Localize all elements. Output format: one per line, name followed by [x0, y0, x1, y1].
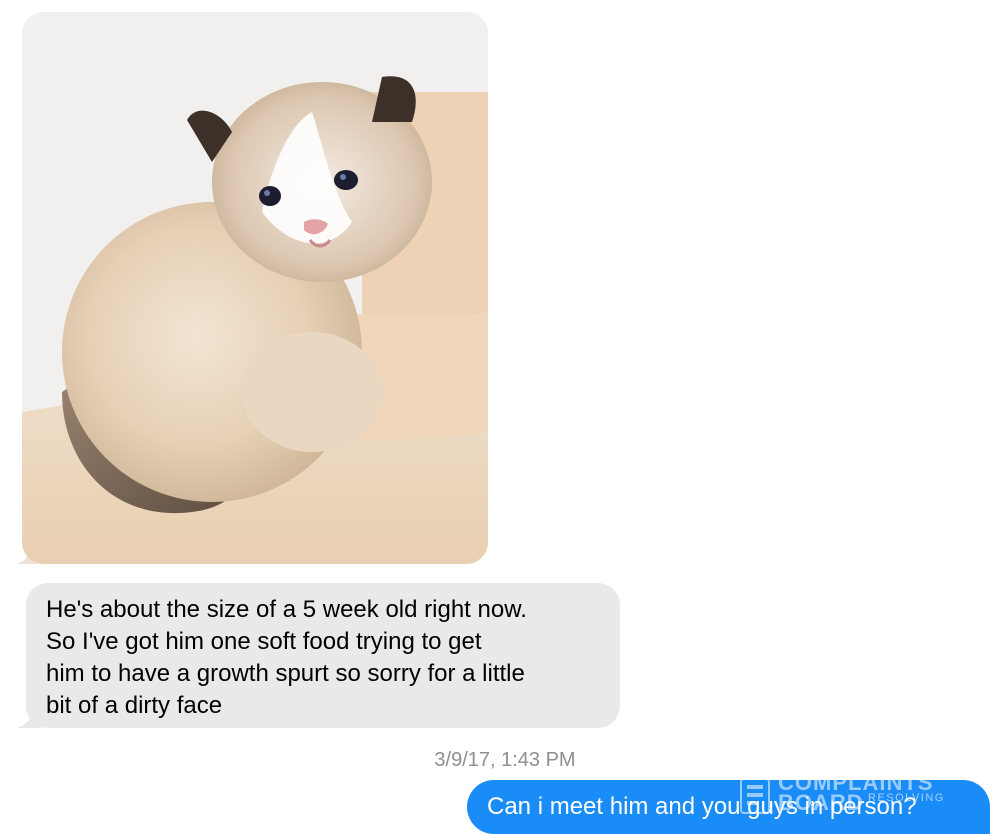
outgoing-message-text: Can i meet him and you guys in person? [487, 793, 917, 820]
kitten-photo [22, 12, 488, 564]
outgoing-message-bubble[interactable]: Can i meet him and you guys in person? [467, 780, 990, 834]
message-line: bit of a dirty face [46, 692, 223, 719]
image-message[interactable] [22, 12, 488, 564]
message-line: He's about the size of a 5 week old righ… [46, 596, 527, 623]
message-line: him to have a growth spurt so sorry for … [46, 660, 525, 687]
message-thread: He's about the size of a 5 week old righ… [0, 0, 1000, 834]
message-line: So I've got him one soft food trying to … [46, 628, 482, 655]
incoming-message-bubble[interactable]: He's about the size of a 5 week old righ… [26, 583, 620, 728]
message-timestamp: 3/9/17, 1:43 PM [434, 749, 576, 771]
